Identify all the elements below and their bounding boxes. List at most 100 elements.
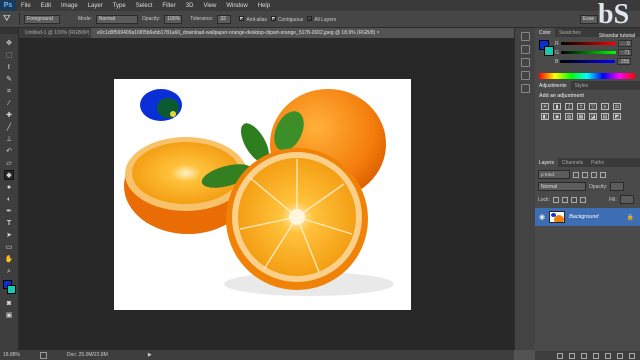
pen-tool-icon[interactable]: ✒ bbox=[4, 206, 14, 216]
brightness-icon[interactable]: ☀ bbox=[541, 103, 549, 110]
paragraph-panel-icon[interactable] bbox=[520, 58, 530, 67]
marquee-tool-icon[interactable]: ⬚ bbox=[4, 50, 14, 60]
layer-background[interactable]: ◉ Background 🔒 bbox=[535, 208, 640, 226]
tab-untitled[interactable]: Untitled-1 @ 100% (RGB/8#) × bbox=[19, 28, 91, 38]
color-lookup-icon[interactable]: ▦ bbox=[577, 113, 585, 120]
path-select-tool-icon[interactable]: ➤ bbox=[4, 230, 14, 240]
antialias-checkbox[interactable]: Anti-alias bbox=[239, 15, 267, 23]
type-tool-icon[interactable]: T bbox=[4, 218, 14, 228]
menu-edit[interactable]: Edit bbox=[36, 3, 56, 9]
link-layers-icon[interactable] bbox=[557, 352, 563, 359]
paint-bucket-tool-icon[interactable]: ⛛ bbox=[3, 13, 15, 25]
menu-3d[interactable]: 3D bbox=[181, 3, 199, 9]
posterize-icon[interactable]: ▤ bbox=[601, 113, 609, 120]
hand-tool-icon[interactable]: ✋ bbox=[4, 254, 14, 264]
screen-mode-icon[interactable]: ▣ bbox=[4, 310, 14, 320]
layer-name[interactable]: Background bbox=[569, 214, 598, 220]
panel-background-swatch[interactable] bbox=[544, 46, 554, 56]
blue-slider[interactable]: B 255 bbox=[535, 57, 640, 66]
new-group-icon[interactable] bbox=[605, 352, 611, 359]
opacity-input[interactable]: 100% bbox=[164, 14, 183, 24]
menu-type[interactable]: Type bbox=[108, 3, 131, 9]
blend-mode-select[interactable]: Normal bbox=[538, 182, 586, 191]
tab-orange-image[interactable]: e0c1d9f569409a16f05b6ebb1781a60_download… bbox=[91, 28, 514, 38]
toolbox-grip[interactable] bbox=[0, 28, 18, 34]
history-brush-tool-icon[interactable]: ↶ bbox=[4, 146, 14, 156]
status-arrow-icon[interactable]: ▶ bbox=[148, 352, 152, 358]
levels-icon[interactable]: ▮ bbox=[553, 103, 561, 110]
color-ramp[interactable] bbox=[539, 73, 635, 79]
zoom-tool-icon[interactable]: ⌕ bbox=[4, 266, 14, 276]
layer-opacity-input[interactable] bbox=[610, 182, 625, 191]
menu-image[interactable]: Image bbox=[56, 3, 83, 9]
filter-type-icon[interactable] bbox=[591, 171, 597, 178]
healing-brush-tool-icon[interactable]: ✚ bbox=[4, 110, 14, 120]
layer-fill-input[interactable] bbox=[619, 195, 634, 204]
layer-filter-select[interactable]: ρ Kind bbox=[538, 170, 570, 179]
channel-mixer-icon[interactable]: ◍ bbox=[565, 113, 573, 120]
threshold-icon[interactable]: ◩ bbox=[613, 113, 621, 120]
eyedropper-tool-icon[interactable]: ⁄ bbox=[4, 98, 14, 108]
curves-icon[interactable]: ∫ bbox=[565, 103, 573, 110]
blur-tool-icon[interactable]: ● bbox=[4, 182, 14, 192]
filter-shape-icon[interactable] bbox=[600, 171, 606, 178]
menu-filter[interactable]: Filter bbox=[157, 3, 180, 9]
filter-adjust-icon[interactable] bbox=[582, 171, 588, 178]
menu-select[interactable]: Select bbox=[131, 3, 158, 9]
lock-pixels-icon[interactable] bbox=[561, 196, 568, 203]
document-canvas[interactable] bbox=[114, 79, 411, 310]
clone-stamp-tool-icon[interactable]: ⊥ bbox=[4, 134, 14, 144]
new-layer-icon[interactable] bbox=[617, 352, 623, 359]
quick-mask-icon[interactable]: ◙ bbox=[4, 298, 14, 308]
menu-layer[interactable]: Layer bbox=[83, 3, 108, 9]
shape-tool-icon[interactable]: ▭ bbox=[4, 242, 14, 252]
tab-swatches[interactable]: Swatches bbox=[555, 30, 585, 36]
mode-select[interactable]: Normal bbox=[95, 14, 138, 24]
background-color-swatch[interactable] bbox=[7, 285, 16, 294]
history-panel-icon[interactable] bbox=[520, 32, 530, 41]
dodge-tool-icon[interactable]: ◐ bbox=[4, 194, 14, 204]
menu-window[interactable]: Window bbox=[221, 3, 252, 9]
fill-source-select[interactable]: Foreground bbox=[24, 14, 60, 24]
tab-styles[interactable]: Styles bbox=[571, 83, 593, 89]
menu-view[interactable]: View bbox=[198, 3, 221, 9]
lock-transparent-icon[interactable] bbox=[552, 196, 559, 203]
black-white-icon[interactable]: ◧ bbox=[541, 113, 549, 120]
menu-help[interactable]: Help bbox=[253, 3, 275, 9]
lock-all-icon[interactable] bbox=[579, 196, 586, 203]
tab-adjustments[interactable]: Adjustments bbox=[535, 81, 571, 90]
tab-layers[interactable]: Layers bbox=[535, 158, 559, 167]
exposure-icon[interactable]: ± bbox=[577, 103, 585, 110]
zoom-level[interactable]: 18.88% bbox=[3, 352, 20, 358]
eye-icon[interactable]: ◉ bbox=[539, 213, 545, 221]
contiguous-checkbox[interactable]: Contiguous bbox=[270, 15, 303, 23]
crop-tool-icon[interactable]: ⌗ bbox=[4, 86, 14, 96]
character-panel-icon[interactable] bbox=[520, 71, 530, 80]
all-layers-checkbox[interactable]: All Layers bbox=[307, 15, 336, 23]
vibrance-icon[interactable]: ▽ bbox=[589, 103, 597, 110]
filter-pixel-icon[interactable] bbox=[573, 171, 579, 178]
move-tool-icon[interactable]: ✥ bbox=[4, 38, 14, 48]
invert-icon[interactable]: ◪ bbox=[589, 113, 597, 120]
new-adjustment-icon[interactable] bbox=[593, 352, 599, 359]
tab-color[interactable]: Color bbox=[535, 28, 555, 37]
eraser-tool-icon[interactable]: ▱ bbox=[4, 158, 14, 168]
paint-bucket-tool-icon[interactable]: ◆ bbox=[4, 170, 14, 180]
tab-channels[interactable]: Channels bbox=[558, 160, 587, 166]
lock-position-icon[interactable] bbox=[570, 196, 577, 203]
lasso-tool-icon[interactable]: ℓ bbox=[4, 62, 14, 72]
delete-layer-icon[interactable] bbox=[629, 352, 635, 359]
blue-value[interactable]: 255 bbox=[617, 58, 632, 65]
tolerance-input[interactable]: 32 bbox=[217, 14, 232, 24]
fx-icon[interactable] bbox=[569, 352, 575, 359]
properties-panel-icon[interactable] bbox=[520, 45, 530, 54]
color-balance-icon[interactable]: ⚖ bbox=[613, 103, 621, 110]
green-value[interactable]: 71 bbox=[617, 49, 632, 56]
tab-paths[interactable]: Paths bbox=[587, 160, 608, 166]
add-mask-icon[interactable] bbox=[581, 352, 587, 359]
brush-panel-icon[interactable] bbox=[520, 84, 530, 93]
photo-filter-icon[interactable]: ◉ bbox=[553, 113, 561, 120]
quick-select-tool-icon[interactable]: ✎ bbox=[4, 74, 14, 84]
hue-saturation-icon[interactable]: ≡ bbox=[601, 103, 609, 110]
menu-file[interactable]: File bbox=[16, 3, 36, 9]
